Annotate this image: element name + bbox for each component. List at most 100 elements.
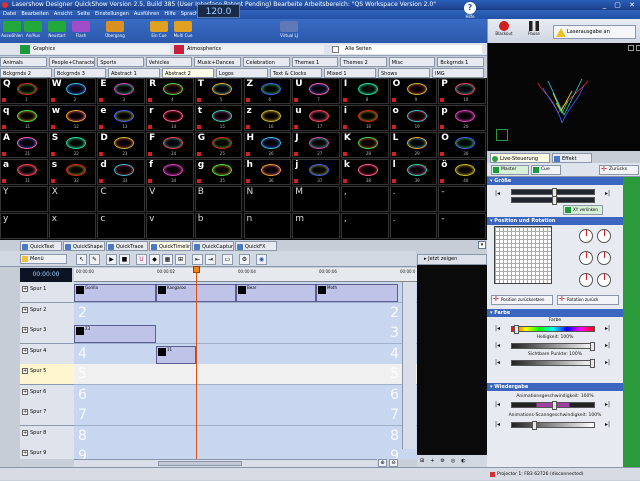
cue-cell[interactable]: n — [243, 213, 292, 239]
page-tab[interactable]: Logos — [216, 68, 268, 78]
cue-cell[interactable]: U7 — [292, 78, 340, 104]
playhead-handle[interactable] — [193, 266, 200, 273]
globe-icon[interactable]: ◉ — [256, 254, 267, 265]
zoom-out-icon[interactable]: ⊖ — [389, 459, 398, 467]
stop-tool-icon[interactable]: ■ — [119, 254, 130, 265]
slider-knob[interactable] — [552, 196, 557, 205]
zoom-tool-icon[interactable]: ⊞ — [175, 254, 186, 265]
settings-icon[interactable]: ⚙ — [239, 254, 250, 265]
cue-cell[interactable]: M — [292, 186, 340, 212]
reset-all-button[interactable]: ✛ Zurücks — [599, 165, 639, 175]
brightness-max-icon[interactable]: ▸| — [605, 342, 610, 349]
page-tab[interactable]: Abstract 2 — [162, 68, 214, 78]
cue-cell[interactable]: i 18 — [340, 105, 389, 131]
menu-item-6[interactable]: Hilfe — [164, 10, 175, 19]
menu-item-1[interactable]: Bearbeiten — [21, 10, 48, 19]
slider-knob[interactable] — [590, 342, 595, 351]
cue-cell[interactable]: r 14 — [146, 105, 194, 131]
timeline-vertical-scrollbar[interactable] — [402, 282, 416, 449]
cue-cell[interactable]: x — [48, 213, 97, 239]
toolbar-button-5[interactable]: Ein Cue — [148, 21, 170, 41]
page-tab[interactable]: Themes 1 — [291, 57, 339, 67]
rotation-x-knob[interactable] — [579, 229, 593, 243]
loop-icon[interactable]: U — [136, 254, 147, 265]
points-max-icon[interactable]: ▸| — [605, 359, 610, 366]
cue-cell[interactable]: Q1 — [0, 78, 48, 104]
track-header[interactable]: + Spur 8 — [20, 425, 74, 447]
add-icon[interactable]: + — [430, 455, 434, 467]
toolbar-button-6[interactable]: Multi Cue — [172, 21, 194, 41]
slider-knob[interactable] — [532, 421, 537, 430]
page-tab[interactable]: Themes 2 — [340, 57, 387, 67]
cue-cell[interactable]: j 37 — [292, 159, 340, 185]
anim-min-icon[interactable]: |◂ — [495, 401, 500, 408]
cue-cell[interactable]: l 39 — [389, 159, 438, 185]
track-header[interactable]: + Spur 6 — [20, 384, 74, 406]
track-header[interactable]: + Spur 1 — [20, 282, 74, 303]
cue-cell[interactable]: ö 40 — [438, 159, 486, 185]
cue-cell[interactable]: T5 — [194, 78, 243, 104]
cue-cell[interactable]: - — [438, 213, 486, 239]
cue-cell[interactable]: g 35 — [194, 159, 243, 185]
marker-icon[interactable]: ◆ — [149, 254, 160, 265]
cue-cell[interactable]: Z6 — [243, 78, 292, 104]
size-section-header[interactable]: ▾ Größe — [487, 177, 623, 185]
cue-cell[interactable]: R4 — [146, 78, 194, 104]
blackout-button[interactable]: Blackout — [493, 21, 515, 41]
cue-cell[interactable]: H 26 — [243, 132, 292, 158]
cue-cell[interactable]: Y — [0, 186, 48, 212]
cue-cell[interactable]: d 33 — [97, 159, 146, 185]
page-tab[interactable]: Bckgrnds 2 — [0, 68, 52, 78]
position-section-header[interactable]: ▾ Position und Rotation — [487, 217, 623, 225]
play-icon[interactable]: ▶ — [106, 254, 117, 265]
cue-cell[interactable]: . — [389, 186, 438, 212]
color-slider[interactable] — [511, 325, 595, 334]
rotation-y-knob[interactable] — [579, 251, 593, 265]
cue-cell[interactable]: I8 — [340, 78, 389, 104]
track-lane[interactable]: 66 — [74, 384, 417, 406]
target-icon[interactable]: ◎ — [451, 455, 455, 467]
animation-speed-slider[interactable] — [511, 401, 595, 410]
page-tab[interactable]: People+Characters — [48, 57, 96, 67]
cue-cell[interactable]: k 38 — [340, 159, 389, 185]
reset-rotation-button[interactable]: ✛ Rotation zurück — [557, 295, 619, 305]
scan-speed-slider[interactable] — [511, 421, 595, 430]
cue-cell[interactable]: . — [389, 213, 438, 239]
expand-icon[interactable]: + — [22, 347, 28, 354]
cue-cell[interactable]: , — [340, 213, 389, 239]
cue-cell[interactable]: B — [194, 186, 243, 212]
cue-cell[interactable]: f 34 — [146, 159, 194, 185]
page-tab[interactable]: Celebration — [243, 57, 290, 67]
points-min-icon[interactable]: |◂ — [495, 359, 500, 366]
cue-cell[interactable]: m — [292, 213, 340, 239]
page-tab[interactable]: Music+Dances — [194, 57, 241, 67]
cue-button[interactable]: Cue — [531, 165, 561, 175]
brightness-min-icon[interactable]: |◂ — [495, 342, 500, 349]
cue-cell[interactable]: Ö 30 — [438, 132, 486, 158]
cue-cell[interactable]: G 25 — [194, 132, 243, 158]
cue-cell[interactable]: p 20 — [438, 105, 486, 131]
size-max-icon[interactable]: ▸| — [605, 190, 610, 197]
zoom-in-icon[interactable]: ⊕ — [378, 459, 387, 467]
track-lane[interactable]: 3323 — [74, 323, 417, 344]
rotation-z-knob[interactable] — [597, 229, 611, 243]
menu-item-0[interactable]: Datei — [3, 10, 16, 19]
track-lane[interactable]: 77 — [74, 405, 417, 426]
cue-cell[interactable]: A 21 — [0, 132, 48, 158]
color-min-icon[interactable]: |◂ — [495, 325, 500, 332]
graphics-category[interactable]: Graphics — [20, 45, 170, 54]
scrollbar-thumb[interactable] — [158, 461, 242, 466]
expand-icon[interactable]: + — [22, 327, 28, 333]
cue-cell[interactable]: z 16 — [243, 105, 292, 131]
workspace-tab[interactable]: QuickTimeline — [149, 241, 191, 251]
track-header[interactable]: + Spur 3 — [20, 323, 74, 344]
track-header[interactable]: + Spur 2 — [20, 302, 74, 324]
menu-item-3[interactable]: Seite — [77, 10, 90, 19]
spin-knob[interactable] — [597, 273, 611, 287]
cue-cell[interactable]: h 36 — [243, 159, 292, 185]
select-tool-icon[interactable]: ↖ — [76, 254, 87, 265]
anim-max-icon[interactable]: ▸| — [605, 401, 610, 408]
track-lane[interactable]: 55 — [74, 364, 417, 385]
slider-knob[interactable] — [514, 325, 519, 334]
pause-button[interactable]: Pause — [523, 21, 545, 41]
